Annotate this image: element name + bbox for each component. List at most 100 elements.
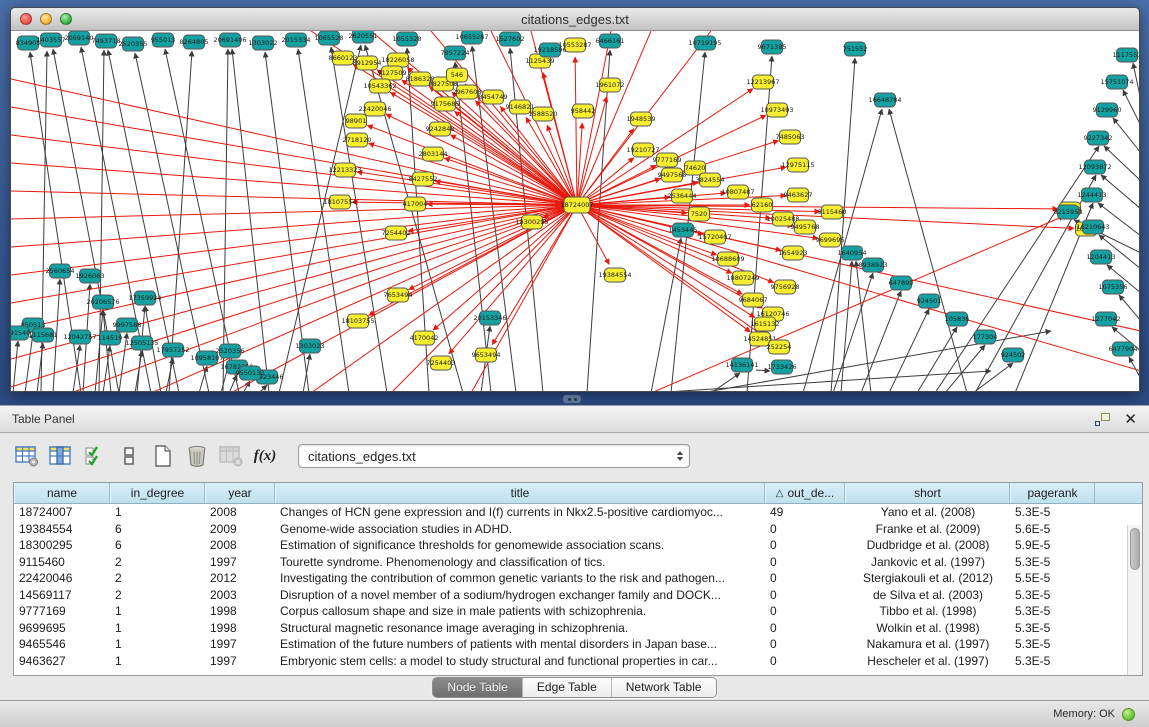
- table-row[interactable]: 946554611997Estimation of the future num…: [14, 636, 1142, 653]
- teal-node[interactable]: 647890: [889, 276, 914, 290]
- teal-node[interactable]: 15751074: [1100, 75, 1133, 89]
- teal-node[interactable]: 2069140: [65, 31, 94, 45]
- yellow-node[interactable]: 7520: [689, 207, 710, 221]
- table-row[interactable]: 946362711997Embryonic stem cells: a mode…: [14, 653, 1142, 670]
- yellow-node[interactable]: 18226058: [381, 53, 414, 67]
- teal-node[interactable]: 16648784: [868, 93, 901, 107]
- teal-node[interactable]: 2015334: [282, 33, 311, 47]
- yellow-node[interactable]: 12213967: [746, 75, 779, 89]
- float-panel-icon[interactable]: [1095, 413, 1110, 426]
- minimize-window-button[interactable]: [40, 13, 52, 25]
- teal-node[interactable]: 20206576: [86, 295, 119, 309]
- yellow-node[interactable]: 3824554: [696, 173, 725, 187]
- scrollbar-thumb[interactable]: [1130, 528, 1140, 570]
- yellow-node[interactable]: 8912954: [353, 56, 382, 70]
- yellow-node[interactable]: 9495768: [791, 220, 820, 234]
- close-window-button[interactable]: [20, 13, 32, 25]
- vertical-scrollbar[interactable]: [1127, 525, 1142, 675]
- yellow-node[interactable]: 18724007: [560, 197, 593, 213]
- delete-values-button[interactable]: [182, 440, 212, 472]
- yellow-node[interactable]: 10543362: [363, 79, 396, 93]
- column-header-in_degree[interactable]: in_degree: [110, 483, 205, 503]
- teal-node[interactable]: 20691406: [213, 33, 246, 47]
- yellow-node[interactable]: 1961072: [596, 78, 625, 92]
- teal-node[interactable]: 12042757: [63, 330, 96, 344]
- yellow-node[interactable]: 9497568: [658, 168, 687, 182]
- teal-node[interactable]: 20153346: [473, 311, 506, 325]
- teal-node[interactable]: 8938923: [859, 258, 888, 272]
- teal-node[interactable]: 10719195: [688, 36, 721, 50]
- column-header-year[interactable]: year: [205, 483, 275, 503]
- teal-node[interactable]: 2520356: [216, 344, 245, 358]
- yellow-node[interactable]: 4170042: [410, 331, 439, 345]
- column-header-title[interactable]: title: [275, 483, 765, 503]
- teal-node[interactable]: 924502: [1001, 348, 1026, 362]
- yellow-node[interactable]: 9777169: [653, 153, 682, 167]
- teal-node[interactable]: 1244413: [1078, 188, 1107, 202]
- teal-node[interactable]: 1926063: [76, 269, 105, 283]
- teal-node[interactable]: 7957224: [441, 46, 470, 60]
- yellow-node[interactable]: 2967608: [453, 85, 482, 99]
- yellow-node[interactable]: 7254402: [382, 226, 411, 240]
- table-row[interactable]: 1938455462009Genome-wide association stu…: [14, 521, 1142, 538]
- yellow-node[interactable]: 18103755: [341, 314, 374, 328]
- citation-network-graph[interactable]: 8660123891295418226058912750910543362818…: [11, 31, 1140, 392]
- teal-node[interactable]: 1403557: [37, 33, 66, 47]
- teal-node[interactable]: 2520355: [119, 37, 148, 51]
- teal-node[interactable]: 9550132: [236, 366, 265, 380]
- table-row[interactable]: 2242004622012Investigating the contribut…: [14, 570, 1142, 587]
- teal-node[interactable]: 1303023: [296, 339, 325, 353]
- teal-node[interactable]: 924501: [917, 294, 942, 308]
- yellow-node[interactable]: 252254: [767, 340, 792, 354]
- yellow-node[interactable]: 19384554: [598, 268, 631, 282]
- yellow-node[interactable]: 98901: [346, 114, 367, 128]
- yellow-node[interactable]: 1948539: [627, 112, 656, 126]
- tab-node-table[interactable]: Node Table: [433, 678, 523, 697]
- yellow-node[interactable]: 62160: [752, 198, 773, 212]
- teal-node[interactable]: 14136141: [725, 358, 758, 372]
- teal-node[interactable]: 12093872: [1078, 160, 1111, 174]
- teal-node[interactable]: 114519: [98, 331, 123, 345]
- function-builder-button[interactable]: f(x): [250, 440, 280, 472]
- teal-node[interactable]: 1453445: [669, 223, 698, 237]
- table-row[interactable]: 1456911722003Disruption of a novel membe…: [14, 587, 1142, 604]
- teal-node[interactable]: 1117553: [1113, 48, 1140, 62]
- tab-edge-table[interactable]: Edge Table: [523, 678, 612, 697]
- column-header-short[interactable]: short: [845, 483, 1010, 503]
- delete-table-button[interactable]: [216, 440, 246, 472]
- teal-node[interactable]: 1640954: [838, 246, 867, 260]
- yellow-node[interactable]: 9242848: [426, 122, 455, 136]
- teal-node[interactable]: 8264805: [180, 35, 209, 49]
- teal-node[interactable]: 2620551: [349, 31, 378, 43]
- teal-node[interactable]: 7493718: [92, 34, 121, 48]
- yellow-node[interactable]: 9699695: [816, 233, 845, 247]
- yellow-node[interactable]: 9653494: [472, 348, 501, 362]
- teal-node[interactable]: 6477904: [1109, 342, 1138, 356]
- teal-node[interactable]: 751552: [843, 42, 868, 56]
- yellow-node[interactable]: 7653494: [384, 288, 413, 302]
- yellow-node[interactable]: 7254403: [427, 356, 456, 370]
- teal-node[interactable]: 1075356: [1099, 280, 1128, 294]
- yellow-node[interactable]: 1654923: [779, 246, 808, 260]
- teal-node[interactable]: 391540: [11, 326, 30, 340]
- yellow-node[interactable]: 1588520: [529, 107, 558, 121]
- yellow-node[interactable]: 10973493: [760, 103, 793, 117]
- yellow-node[interactable]: 10688609: [711, 252, 744, 266]
- table-row[interactable]: 1872400712008Changes of HCN gene express…: [14, 504, 1142, 521]
- yellow-node[interactable]: 8427552: [409, 172, 438, 186]
- network-canvas[interactable]: 8660123891295418226058912750910543362818…: [11, 31, 1140, 392]
- teal-node[interactable]: 17957252: [156, 343, 189, 357]
- row-height-button[interactable]: [114, 440, 144, 472]
- yellow-node[interactable]: 9127509: [378, 66, 407, 80]
- yellow-node[interactable]: 9684067: [739, 293, 768, 307]
- teal-node[interactable]: 2560654: [46, 264, 75, 278]
- select-column-button[interactable]: [46, 440, 76, 472]
- teal-node[interactable]: 105836: [945, 312, 970, 326]
- table-row[interactable]: 911546021997Tourette syndrome. Phenomeno…: [14, 554, 1142, 571]
- table-settings-button[interactable]: [12, 440, 42, 472]
- yellow-node[interactable]: 19210727: [626, 143, 659, 157]
- zoom-window-button[interactable]: [60, 13, 72, 25]
- yellow-node[interactable]: 7485063: [776, 130, 805, 144]
- teal-node[interactable]: 17359924: [128, 291, 161, 305]
- split-pane-grip[interactable]: [563, 395, 581, 403]
